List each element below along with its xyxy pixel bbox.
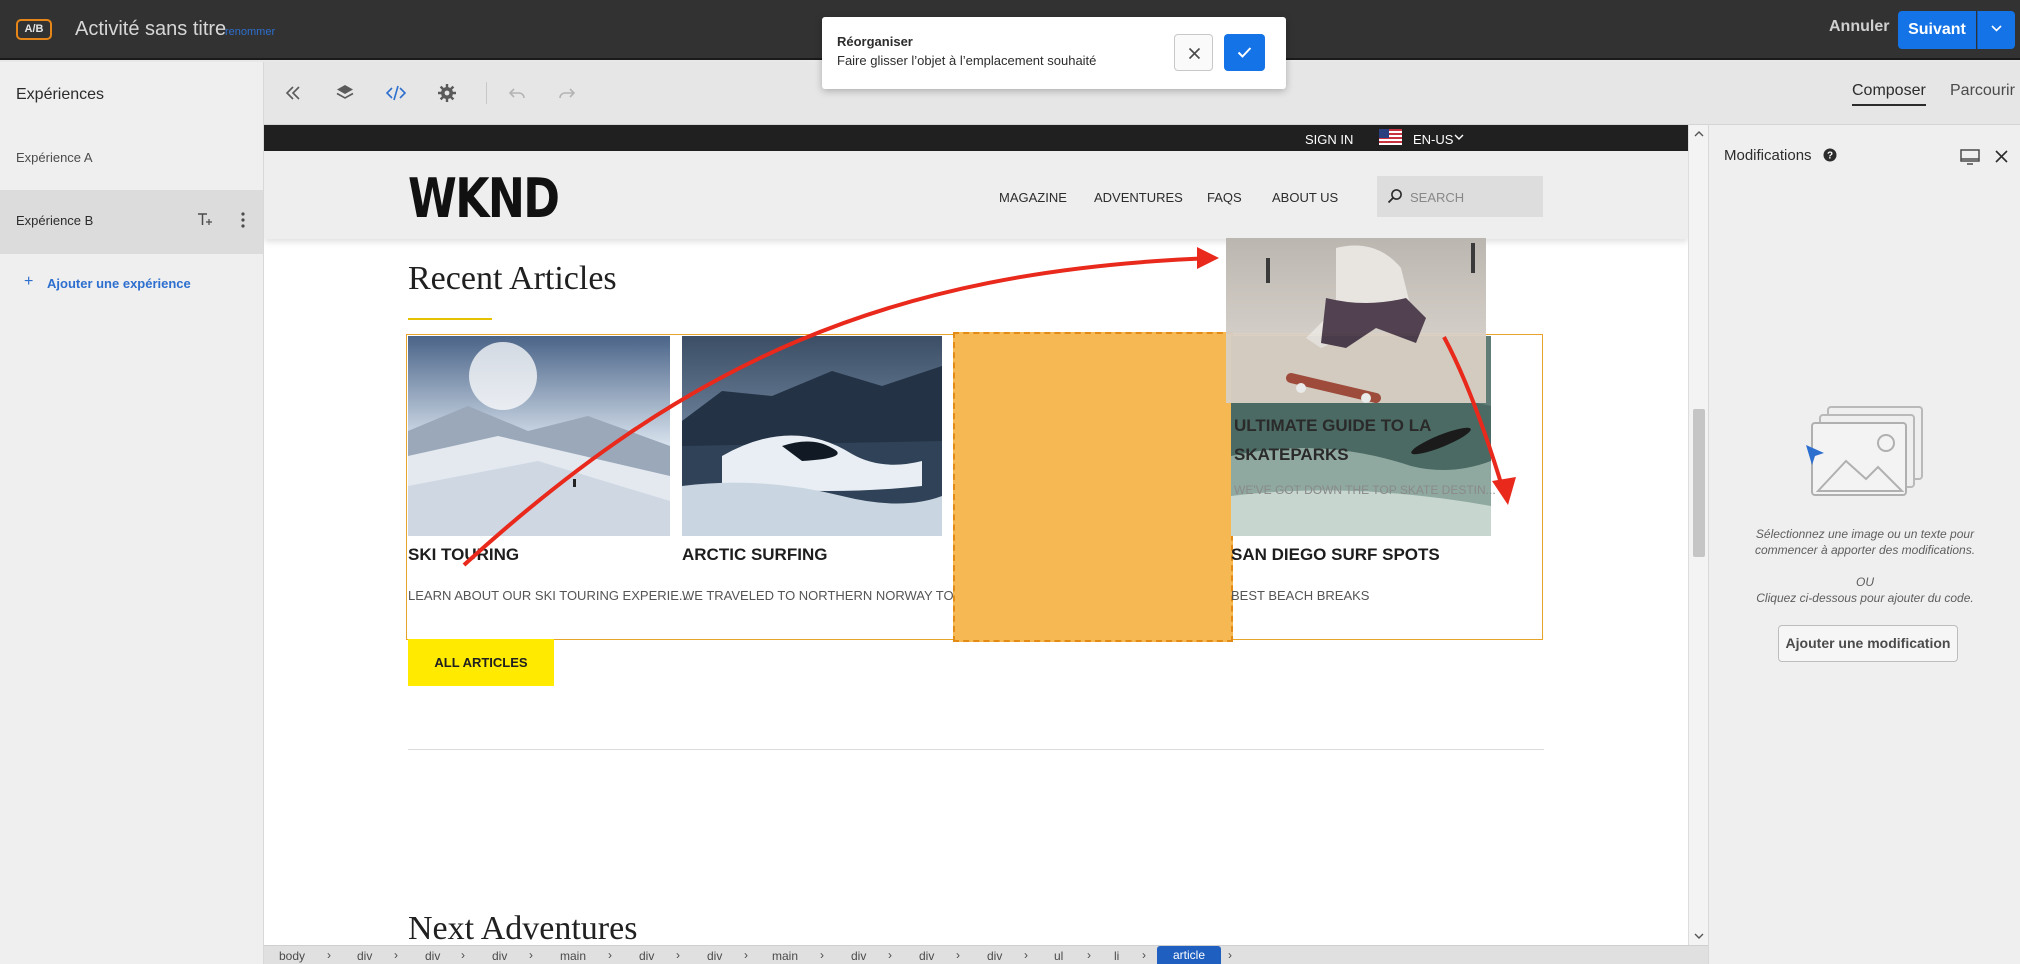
confirm-reorder-button[interactable] (1224, 34, 1265, 71)
activity-title: Activité sans titre (75, 18, 227, 40)
reorder-toast: Réorganiser Faire glisser l’objet à l’em… (822, 17, 1286, 89)
breadcrumb-separator: › (327, 948, 331, 962)
svg-text:?: ? (1827, 151, 1833, 162)
preview-mode-icon[interactable] (1960, 149, 1980, 165)
undo-icon[interactable] (506, 82, 528, 104)
chevron-down-icon (1991, 25, 2002, 32)
breadcrumb-item[interactable]: main (560, 949, 586, 963)
cancel-reorder-button[interactable] (1174, 34, 1213, 71)
experience-b-item[interactable]: Expérience B (0, 190, 263, 254)
breadcrumb-separator: › (820, 948, 824, 962)
layers-icon[interactable] (334, 82, 356, 104)
modifications-title: Modifications (1724, 147, 1812, 164)
breadcrumb-separator: › (1142, 948, 1146, 962)
add-experience-label: Ajouter une expérience (47, 276, 191, 291)
breadcrumb-item[interactable]: div (639, 949, 654, 963)
tab-browse[interactable]: Parcourir (1950, 82, 2015, 100)
canvas-vertical-scrollbar[interactable] (1688, 125, 1708, 945)
breadcrumb-item[interactable]: main (772, 949, 798, 963)
image-placeholder-icon (1806, 406, 1923, 496)
more-options-icon[interactable] (236, 210, 250, 230)
scrollbar-thumb[interactable] (1693, 409, 1705, 557)
tab-compose[interactable]: Composer (1852, 82, 1926, 106)
experiences-panel: Expériences Expérience A Expérience B + … (0, 62, 264, 964)
breadcrumb-item[interactable]: div (492, 949, 507, 963)
breadcrumb-item[interactable]: div (851, 949, 866, 963)
dom-breadcrumb: body › div › div › div › main › div › di… (264, 945, 1708, 964)
code-icon[interactable] (385, 82, 407, 104)
breadcrumb-separator: › (956, 948, 960, 962)
breadcrumb-separator: › (1087, 948, 1091, 962)
scroll-up-arrow-icon[interactable] (1689, 129, 1709, 139)
next-dropdown-button[interactable] (1977, 11, 2015, 49)
drag-direction-arrows (462, 247, 1516, 567)
breadcrumb-item[interactable]: div (707, 949, 722, 963)
hint-select-text: Sélectionnez une image ou un texte pour … (1754, 527, 1976, 557)
breadcrumb-separator: › (461, 948, 465, 962)
next-button[interactable]: Suivant (1898, 11, 1976, 49)
checkmark-icon (1237, 47, 1252, 58)
breadcrumb-item-active[interactable]: article (1157, 946, 1222, 964)
close-icon[interactable] (1994, 149, 2009, 164)
breadcrumb-item[interactable]: li (1114, 949, 1119, 963)
page-preview-canvas[interactable]: SIGN IN EN-US WKND MAGAZINE ADVENTURES F… (264, 125, 1688, 945)
breadcrumb-separator: › (1228, 948, 1232, 962)
breadcrumb-item[interactable]: ul (1054, 949, 1063, 963)
add-modification-button[interactable]: Ajouter une modification (1778, 625, 1958, 662)
experience-b-label: Expérience B (16, 213, 94, 228)
redo-icon[interactable] (556, 82, 578, 104)
rename-link[interactable]: renommer (225, 26, 275, 38)
plus-icon: + (24, 273, 34, 290)
breadcrumb-item[interactable]: div (987, 949, 1002, 963)
breadcrumb-separator: › (529, 948, 533, 962)
hint-or-text: OU (1856, 575, 1874, 589)
gear-icon[interactable] (436, 82, 458, 104)
scroll-down-arrow-icon[interactable] (1689, 931, 1709, 941)
breadcrumb-item[interactable]: div (357, 949, 372, 963)
breadcrumb-separator: › (608, 948, 612, 962)
rename-text-icon[interactable] (196, 211, 214, 229)
toast-message: Faire glisser l’objet à l’emplacement so… (837, 53, 1097, 68)
breadcrumb-separator: › (394, 948, 398, 962)
modifications-hint: Sélectionnez une image ou un texte pour … (1729, 526, 2001, 606)
modifications-panel: Modifications ? Sélectionnez une image o… (1708, 125, 2020, 964)
breadcrumb-separator: › (744, 948, 748, 962)
breadcrumb-item[interactable]: body (279, 949, 305, 963)
breadcrumb-item[interactable]: div (425, 949, 440, 963)
hint-add-code-text: Cliquez ci-dessous pour ajouter du code. (1756, 591, 1974, 605)
breadcrumb-separator: › (676, 948, 680, 962)
breadcrumb-item[interactable]: div (919, 949, 934, 963)
toast-title: Réorganiser (837, 34, 913, 49)
breadcrumb-separator: › (888, 948, 892, 962)
ab-activity-badge: A/B (16, 19, 52, 40)
experience-a-item[interactable]: Expérience A (16, 150, 93, 165)
help-icon[interactable]: ? (1823, 148, 1837, 162)
experiences-title: Expériences (16, 86, 105, 103)
collapse-panel-icon[interactable] (282, 82, 304, 104)
close-icon (1188, 47, 1201, 60)
cancel-button[interactable]: Annuler (1829, 18, 1889, 36)
breadcrumb-separator: › (1024, 948, 1028, 962)
toolbar-separator (486, 82, 487, 104)
